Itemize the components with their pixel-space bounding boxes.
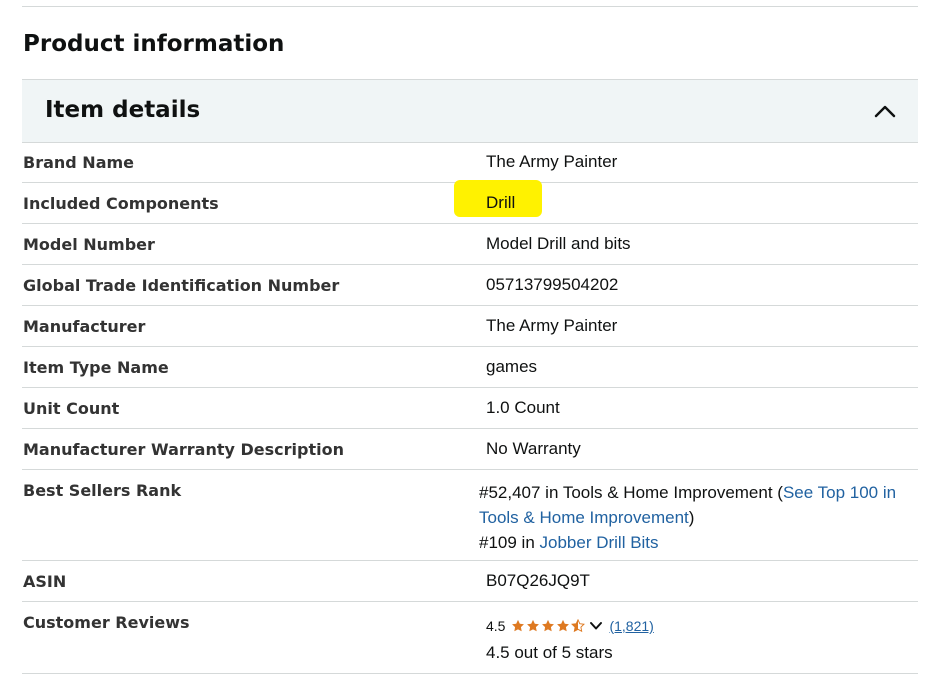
detail-row-brand-name: Brand Name The Army Painter bbox=[22, 142, 918, 183]
row-label: ASIN bbox=[23, 572, 67, 591]
half-star-icon bbox=[571, 619, 586, 633]
row-value: The Army Painter bbox=[486, 152, 618, 171]
row-label: Manufacturer bbox=[23, 317, 146, 336]
page-title: Product information bbox=[23, 31, 285, 57]
detail-row-gtin: Global Trade Identification Number 05713… bbox=[22, 265, 918, 306]
row-label: Manufacturer Warranty Description bbox=[23, 440, 344, 459]
detail-row-item-type-name: Item Type Name games bbox=[22, 347, 918, 388]
row-label: Unit Count bbox=[23, 399, 120, 418]
detail-row-asin: ASIN B07Q26JQ9T bbox=[22, 561, 918, 602]
item-details-header[interactable]: Item details bbox=[22, 79, 918, 143]
chevron-down-icon[interactable] bbox=[589, 621, 603, 631]
row-label: Included Components bbox=[23, 194, 219, 213]
star-rating[interactable] bbox=[511, 619, 586, 633]
review-count-link[interactable]: (1,821) bbox=[609, 618, 653, 634]
row-value: 1.0 Count bbox=[486, 398, 560, 417]
row-value: games bbox=[486, 357, 538, 376]
rank-primary-close: ) bbox=[688, 508, 695, 527]
row-label: Customer Reviews bbox=[23, 613, 190, 632]
detail-row-customer-reviews: Customer Reviews 4.5 (1,821) 4.5 out of … bbox=[22, 602, 918, 674]
row-value: Model Drill and bits bbox=[486, 234, 631, 253]
row-value: The Army Painter bbox=[486, 316, 618, 335]
row-value: 05713799504202 bbox=[486, 275, 619, 294]
row-label: Global Trade Identification Number bbox=[23, 276, 340, 295]
top-divider bbox=[22, 6, 918, 7]
jobber-drill-bits-link[interactable]: Jobber Drill Bits bbox=[540, 533, 659, 552]
rank-secondary-text: #109 in bbox=[479, 533, 540, 552]
chevron-up-icon[interactable] bbox=[874, 104, 896, 118]
row-label: Model Number bbox=[23, 235, 155, 254]
row-value: Drill bbox=[486, 193, 516, 212]
row-label: Brand Name bbox=[23, 153, 135, 172]
row-label: Best Sellers Rank bbox=[23, 481, 182, 500]
rating-summary: 4.5 (1,821) bbox=[486, 614, 654, 638]
detail-row-best-sellers-rank: Best Sellers Rank #52,407 in Tools & Hom… bbox=[22, 470, 918, 561]
rank-primary-text: #52,407 in Tools & Home Improvement ( bbox=[479, 483, 783, 502]
detail-row-manufacturer: Manufacturer The Army Painter bbox=[22, 306, 918, 347]
detail-row-included-components: Included Components Drill bbox=[22, 180, 918, 224]
section-title: Item details bbox=[45, 97, 201, 123]
detail-row-model-number: Model Number Model Drill and bits bbox=[22, 224, 918, 265]
star-icon bbox=[512, 619, 525, 632]
detail-row-unit-count: Unit Count 1.0 Count bbox=[22, 388, 918, 429]
stars-out-of-five: 4.5 out of 5 stars bbox=[486, 643, 613, 662]
star-icon bbox=[557, 619, 570, 632]
row-label: Item Type Name bbox=[23, 358, 169, 377]
detail-row-warranty: Manufacturer Warranty Description No War… bbox=[22, 429, 918, 470]
row-value: B07Q26JQ9T bbox=[486, 571, 590, 590]
row-value: No Warranty bbox=[486, 439, 581, 458]
star-icon bbox=[542, 619, 555, 632]
star-icon bbox=[527, 619, 540, 632]
rank-block: #52,407 in Tools & Home Improvement (See… bbox=[479, 480, 909, 555]
item-details-section: Item details Brand Name The Army Painter… bbox=[22, 79, 918, 674]
rating-number: 4.5 bbox=[486, 618, 506, 634]
